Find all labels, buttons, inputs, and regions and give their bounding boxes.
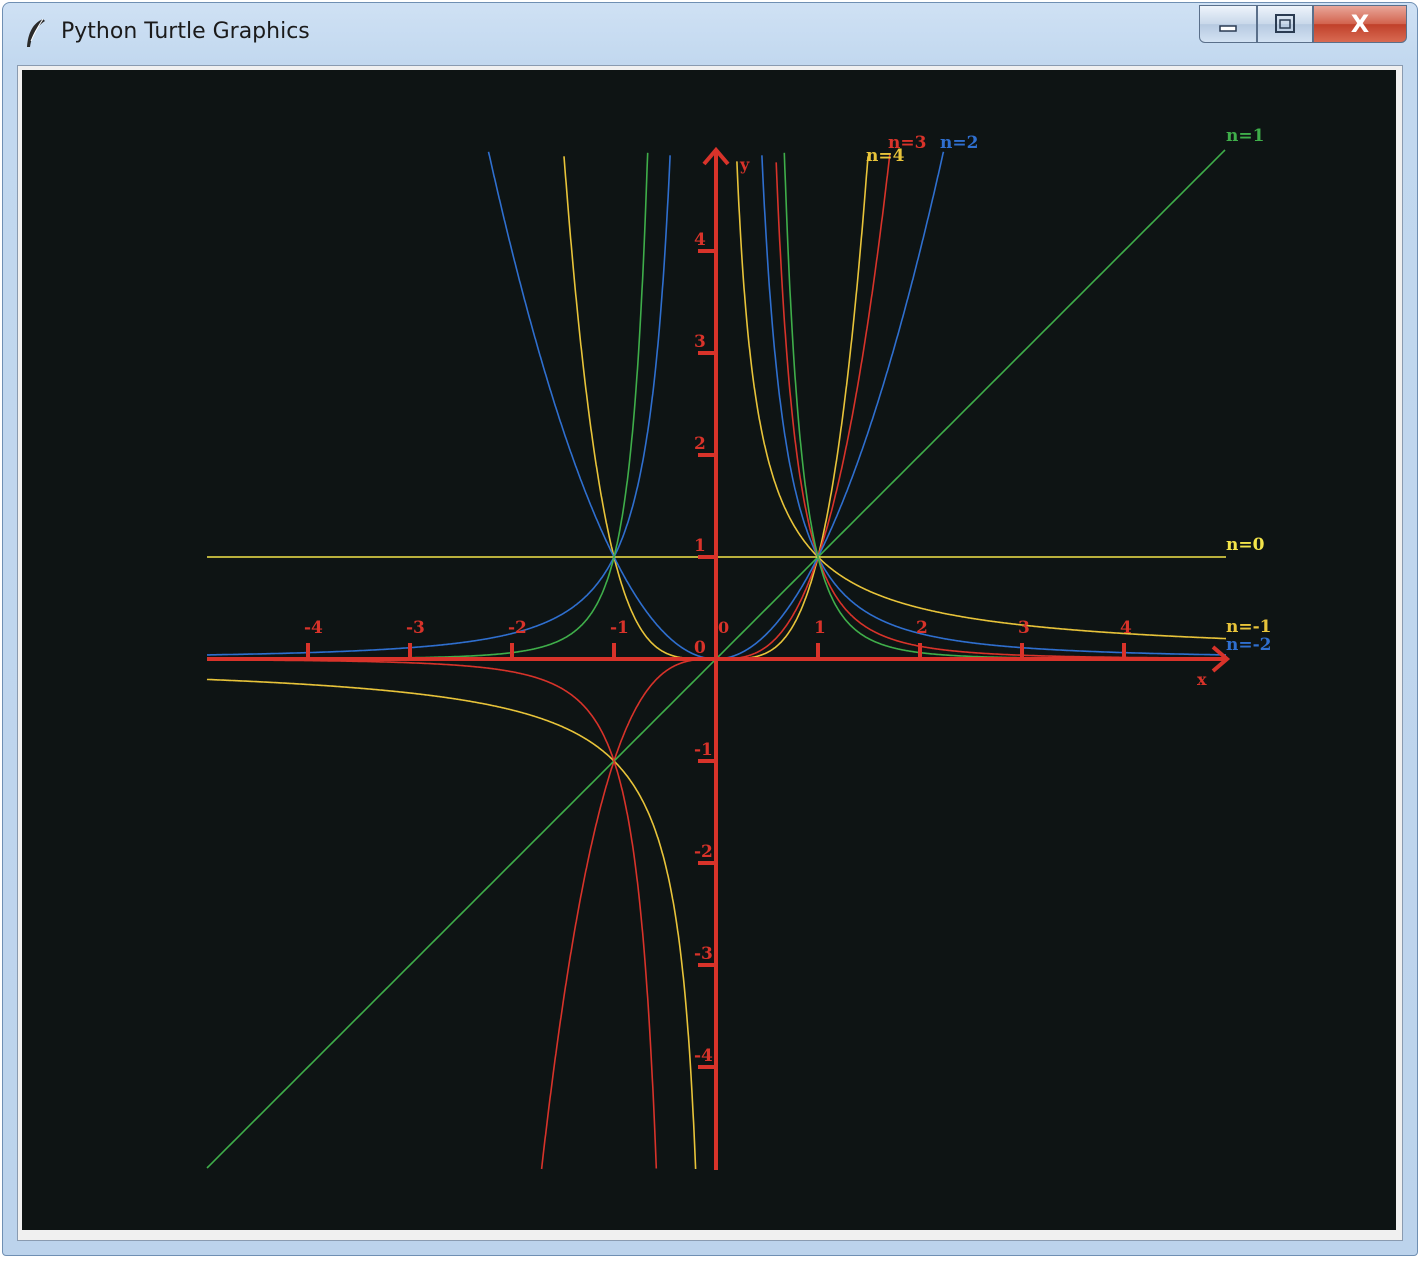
legend-label: n=3 xyxy=(888,133,926,153)
y-tick-label: -3 xyxy=(694,944,713,964)
x-tick-label: -3 xyxy=(406,618,425,638)
x-axis-label: x xyxy=(1197,670,1207,689)
y-tick-label: -2 xyxy=(694,842,713,862)
close-button[interactable]: X xyxy=(1313,5,1407,43)
x-tick-label: -1 xyxy=(610,618,629,638)
series-n=-3-line xyxy=(207,658,658,1169)
x-tick-label: 1 xyxy=(814,618,826,638)
x-tick-label: -2 xyxy=(508,618,527,638)
minimize-icon xyxy=(1219,25,1237,32)
y-tick-label: 4 xyxy=(694,230,706,250)
series-n=-1-line xyxy=(736,161,1226,640)
legend-label: n=1 xyxy=(1226,126,1264,146)
legend-label: n=0 xyxy=(1226,535,1265,555)
x-tick-label: -4 xyxy=(304,618,323,638)
window-title: Python Turtle Graphics xyxy=(61,19,310,44)
x-tick-label: 4 xyxy=(1120,618,1132,638)
y-tick-label: -1 xyxy=(694,740,713,760)
series-n=-2-line xyxy=(761,155,1226,656)
y-tick-label: 2 xyxy=(694,434,706,454)
y-axis-label: y xyxy=(739,155,750,174)
y-tick-label: 1 xyxy=(694,536,706,556)
function-plot: xy-4 -3 -2 -1 0 1 2 3 44321-1-2-3-40n=4n=3 n=2 n=1… xyxy=(206,126,1272,1170)
series-n=-4-line xyxy=(783,152,1226,660)
turtle-canvas[interactable]: x y -4 -3 -2 -1 0 1 2 3 4 4 3 2 1 -1 -2 -3 -4 0 n=4 n=3 n=2 n=1… xyxy=(22,70,1396,1230)
minimize-button[interactable] xyxy=(1199,5,1257,43)
y-tick-label: 3 xyxy=(694,332,706,352)
legend-label: n=2 xyxy=(940,133,978,153)
close-icon: X xyxy=(1350,10,1370,38)
series-n=-4-line xyxy=(207,152,649,660)
legend-label: n=-1 xyxy=(1226,617,1272,637)
maximize-icon xyxy=(1275,14,1295,33)
series-n=-2-line xyxy=(207,155,671,656)
turtle-feather-icon xyxy=(23,17,49,51)
x-tick-label: 3 xyxy=(1018,618,1030,638)
y-tick-label: -4 xyxy=(694,1046,713,1066)
x-tick-label: 2 xyxy=(916,618,928,638)
x-tick-label: 0 xyxy=(718,618,729,637)
maximize-button[interactable] xyxy=(1257,5,1313,43)
title-bar[interactable]: Python Turtle Graphics X xyxy=(3,3,1417,61)
window-bottom-edge xyxy=(2,1240,1418,1254)
legend-label: n=-2 xyxy=(1226,635,1272,655)
origin-label: 0 xyxy=(694,638,706,658)
